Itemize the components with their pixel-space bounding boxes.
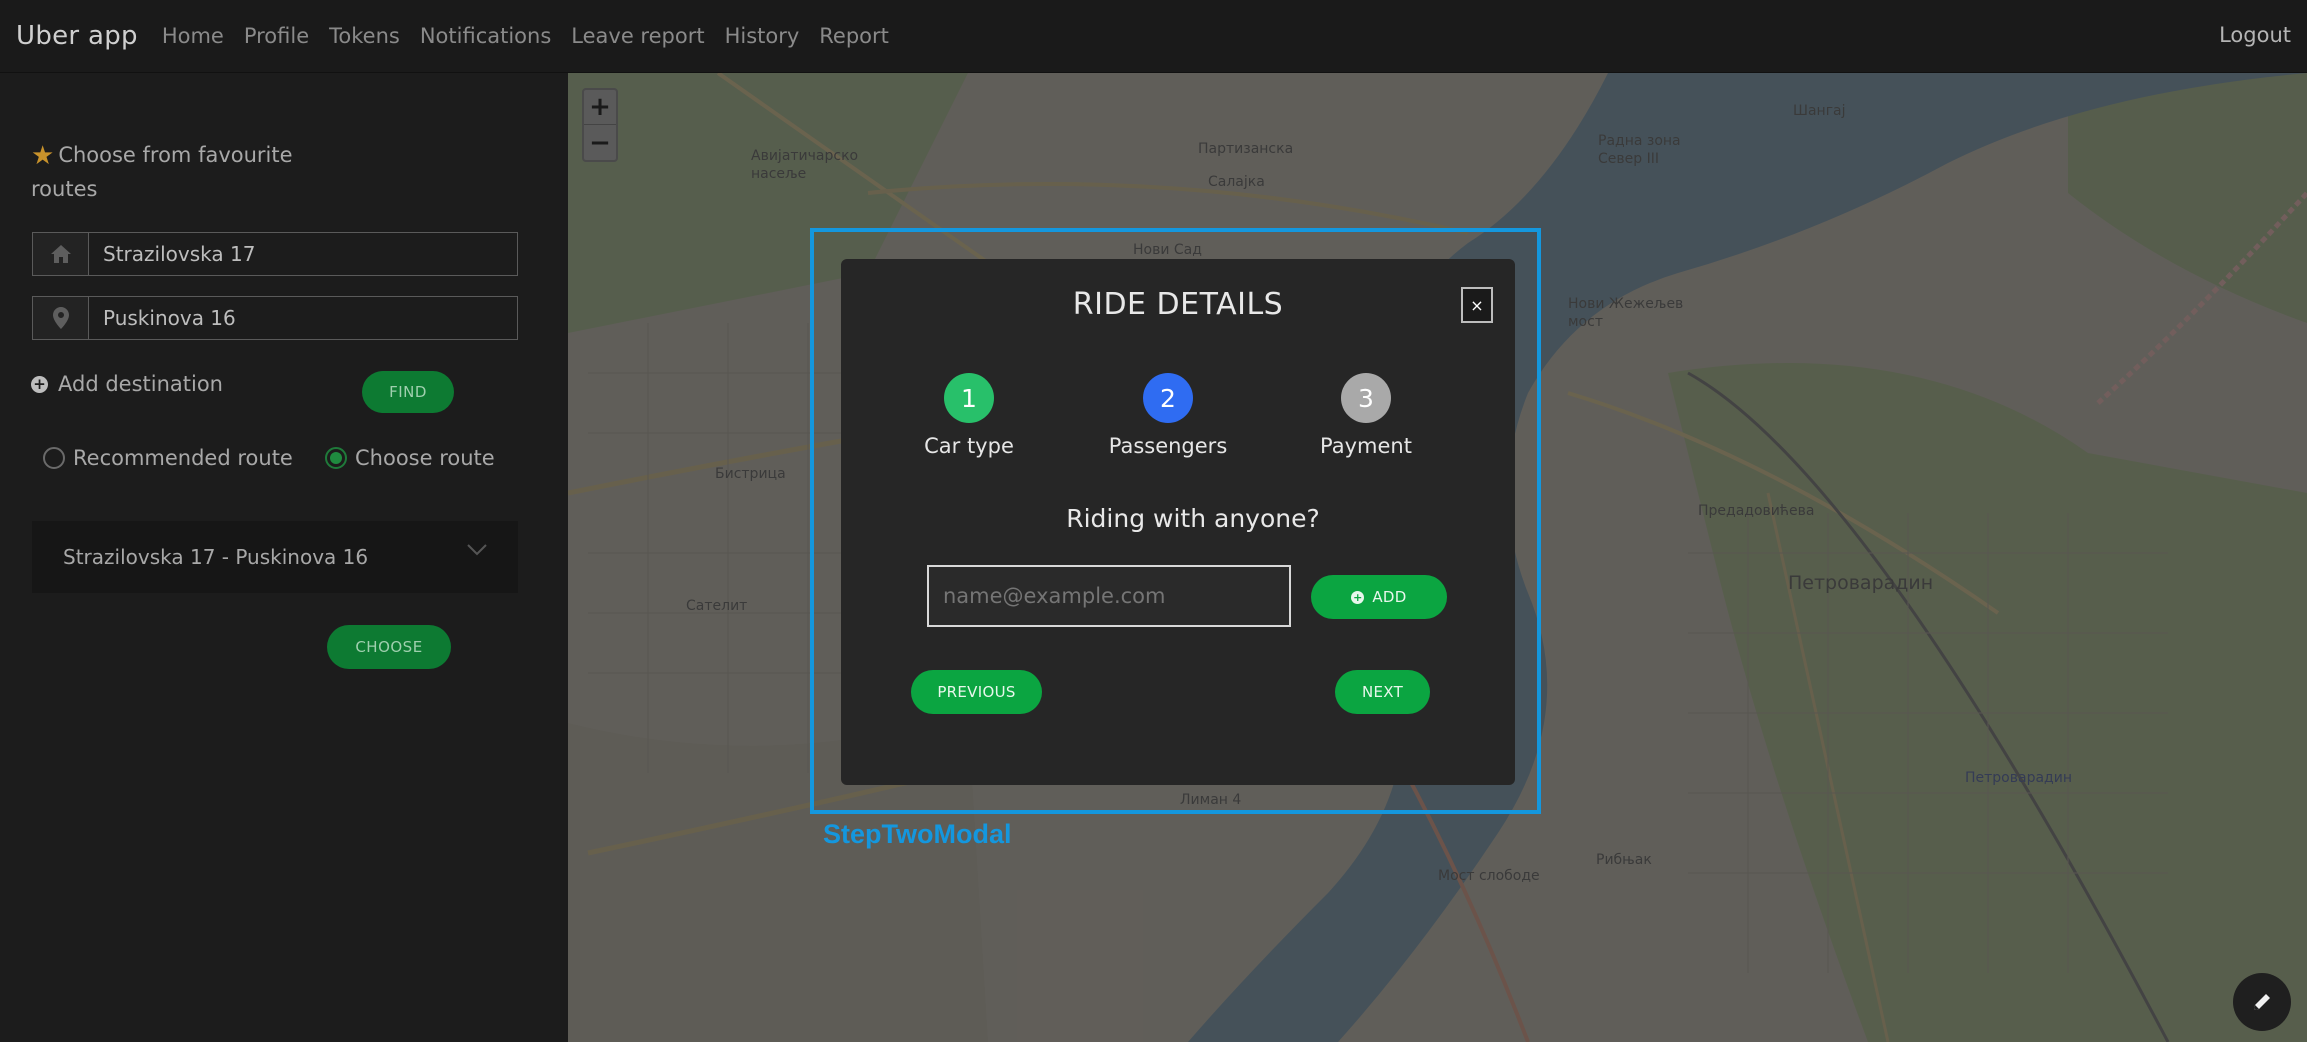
recommended-route-option[interactable]: Recommended route xyxy=(43,446,293,470)
favourite-routes-label: Choose from favourite routes xyxy=(31,143,293,201)
step-two-modal-label: StepTwoModal xyxy=(823,819,1012,849)
step-3-label: Payment xyxy=(1320,434,1412,458)
step-car-type: 1 Car type xyxy=(899,373,1039,458)
chevron-down-icon xyxy=(467,544,487,556)
map-pin-icon xyxy=(33,297,89,339)
choose-route-option[interactable]: Choose route xyxy=(325,446,495,470)
nav-profile[interactable]: Profile xyxy=(244,24,309,48)
navbar: Uber app Home Profile Tokens Notificatio… xyxy=(0,0,2307,73)
selected-route-label: Strazilovska 17 - Puskinova 16 xyxy=(63,545,369,569)
nav-tokens[interactable]: Tokens xyxy=(329,24,400,48)
from-address-input[interactable] xyxy=(89,233,517,275)
ride-details-modal: RIDE DETAILS × 1 Car type 2 Passengers 3… xyxy=(841,259,1515,785)
step-passengers: 2 Passengers xyxy=(1098,373,1238,458)
route-select[interactable]: Strazilovska 17 - Puskinova 16 xyxy=(32,521,518,593)
edit-fab-button[interactable] xyxy=(2233,973,2291,1031)
find-button[interactable]: FIND xyxy=(362,371,454,413)
to-input-group xyxy=(32,296,518,340)
from-input-group xyxy=(32,232,518,276)
choose-route-radio[interactable] xyxy=(325,447,347,469)
next-button[interactable]: NEXT xyxy=(1335,670,1430,714)
step-2-circle: 2 xyxy=(1143,373,1193,423)
choose-route-label: Choose route xyxy=(355,446,495,470)
step-3-circle: 3 xyxy=(1341,373,1391,423)
zoom-in-button[interactable]: + xyxy=(584,90,616,125)
choose-button[interactable]: CHOOSE xyxy=(327,625,451,669)
passengers-question: Riding with anyone? xyxy=(1066,504,1320,533)
star-icon: ★ xyxy=(31,141,55,171)
plus-circle-icon: + xyxy=(1351,590,1365,604)
to-address-input[interactable] xyxy=(89,297,517,339)
sidebar: ★Choose from favourite routes + Add dest… xyxy=(0,73,568,1042)
logout-link[interactable]: Logout xyxy=(2219,23,2291,47)
nav-home[interactable]: Home xyxy=(162,24,224,48)
recommended-route-label: Recommended route xyxy=(73,446,293,470)
add-passenger-button[interactable]: + ADD xyxy=(1311,575,1447,619)
zoom-control: + − xyxy=(582,88,618,162)
step-1-label: Car type xyxy=(924,434,1014,458)
recommended-route-radio[interactable] xyxy=(43,447,65,469)
home-icon xyxy=(33,233,89,275)
pencil-icon xyxy=(2254,994,2270,1010)
favourite-routes-link[interactable]: ★ Choose from favourite routes xyxy=(31,139,301,206)
previous-button[interactable]: PREVIOUS xyxy=(911,670,1042,714)
add-destination-label: Add destination xyxy=(58,372,223,396)
nav-leave-report[interactable]: Leave report xyxy=(571,24,704,48)
zoom-out-button[interactable]: − xyxy=(584,125,616,160)
step-1-circle: 1 xyxy=(944,373,994,423)
nav-history[interactable]: History xyxy=(725,24,800,48)
step-2-label: Passengers xyxy=(1108,434,1228,458)
add-label: ADD xyxy=(1372,588,1407,606)
close-button[interactable]: × xyxy=(1461,287,1493,323)
passenger-email-input[interactable] xyxy=(927,565,1291,627)
step-payment: 3 Payment xyxy=(1296,373,1436,458)
add-destination-button[interactable]: + Add destination xyxy=(31,372,223,396)
nav-report[interactable]: Report xyxy=(819,24,889,48)
brand-logo[interactable]: Uber app xyxy=(16,21,138,51)
nav-notifications[interactable]: Notifications xyxy=(420,24,551,48)
modal-title: RIDE DETAILS xyxy=(1072,287,1284,322)
plus-circle-icon: + xyxy=(31,375,48,393)
